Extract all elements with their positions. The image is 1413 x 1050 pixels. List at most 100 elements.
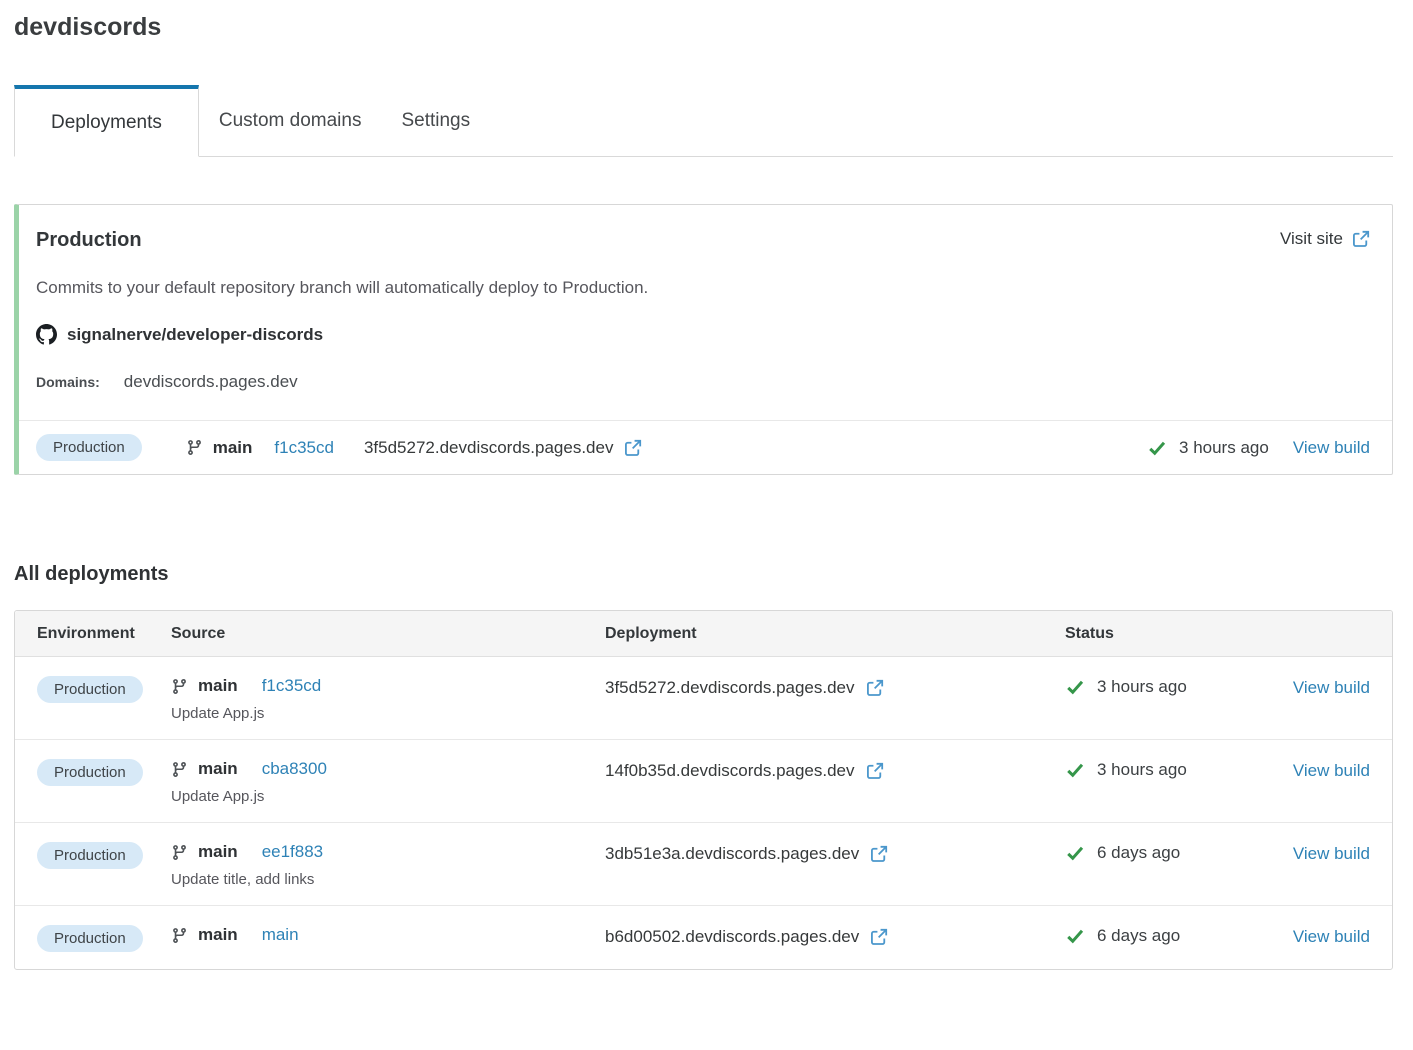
table-row: Production main ee1f883 Update title, ad…	[15, 822, 1392, 905]
commit-message: Update App.js	[171, 788, 605, 805]
repository-row: signalnerve/developer-discords	[36, 324, 1370, 345]
deployment-info: Production main f1c35cd 3f5d5272.devdisc…	[36, 434, 642, 461]
view-build-link[interactable]: View build	[1293, 761, 1370, 780]
production-card-header: Production Visit site	[36, 229, 1370, 252]
git-branch-icon	[171, 927, 188, 944]
commit-message: Update App.js	[171, 705, 605, 722]
commit-link[interactable]: f1c35cd	[262, 676, 322, 696]
source-cell: main cba8300 Update App.js	[171, 759, 605, 805]
status-cell: 3 hours ago	[1065, 759, 1284, 780]
branch-name: main	[213, 438, 253, 458]
status-time: 3 hours ago	[1179, 438, 1269, 458]
tab-bar: Deployments Custom domains Settings	[14, 85, 1393, 157]
commit-link[interactable]: f1c35cd	[274, 438, 334, 458]
environment-badge: Production	[36, 434, 142, 461]
deployment-url: 3f5d5272.devdiscords.pages.dev	[605, 678, 855, 698]
commit-link[interactable]: cba8300	[262, 759, 327, 779]
table-row: Production main cba8300 Update App.js 14…	[15, 739, 1392, 822]
commit-link[interactable]: ee1f883	[262, 842, 323, 862]
environment-badge: Production	[37, 925, 143, 952]
commit-link[interactable]: main	[262, 925, 299, 945]
source-cell: main f1c35cd Update App.js	[171, 676, 605, 722]
production-card-body: Production Visit site Commits to your de…	[19, 205, 1392, 420]
branch-name: main	[198, 759, 238, 779]
deployment-cell: 14f0b35d.devdiscords.pages.dev	[605, 759, 1065, 781]
deployment-url: b6d00502.devdiscords.pages.dev	[605, 927, 859, 947]
deployment-cell: 3db51e3a.devdiscords.pages.dev	[605, 842, 1065, 864]
table-row: Production main main b6d00502.devdiscord…	[15, 905, 1392, 969]
actions-cell: View build	[1284, 842, 1370, 864]
branch-group: main	[186, 438, 253, 458]
tab-label: Settings	[401, 110, 470, 132]
status-time: 3 hours ago	[1097, 677, 1187, 697]
all-deployments-title: All deployments	[14, 563, 1393, 586]
page-title: devdiscords	[14, 13, 1393, 42]
environment-cell: Production	[37, 676, 171, 703]
commit-message: Update title, add links	[171, 871, 605, 888]
page-container: devdiscords Deployments Custom domains S…	[14, 13, 1393, 970]
source-cell: main main	[171, 925, 605, 945]
environment-cell: Production	[37, 759, 171, 786]
git-branch-icon	[171, 678, 188, 695]
column-header-deployment: Deployment	[605, 625, 1065, 643]
status-cell: 6 days ago	[1065, 925, 1284, 946]
deployment-url: 14f0b35d.devdiscords.pages.dev	[605, 761, 855, 781]
domains-value: devdiscords.pages.dev	[124, 372, 298, 392]
deployment-status: 3 hours ago View build	[1147, 438, 1370, 458]
actions-cell: View build	[1284, 676, 1370, 698]
tab-label: Custom domains	[219, 110, 362, 132]
branch-name: main	[198, 925, 238, 945]
production-deployment-row: Production main f1c35cd 3f5d5272.devdisc…	[19, 420, 1392, 474]
table-row: Production main f1c35cd Update App.js 3f…	[15, 657, 1392, 739]
source-cell: main ee1f883 Update title, add links	[171, 842, 605, 888]
visit-site-link[interactable]: Visit site	[1280, 229, 1370, 249]
tab-label: Deployments	[51, 112, 162, 134]
status-time: 3 hours ago	[1097, 760, 1187, 780]
column-header-status: Status	[1065, 625, 1284, 643]
tab-custom-domains[interactable]: Custom domains	[199, 85, 382, 156]
check-icon	[1065, 926, 1085, 946]
table-header-row: Environment Source Deployment Status	[15, 611, 1392, 657]
environment-cell: Production	[37, 842, 171, 869]
deployment-url: 3db51e3a.devdiscords.pages.dev	[605, 844, 859, 864]
production-card-title: Production	[36, 229, 142, 252]
tab-deployments[interactable]: Deployments	[14, 85, 199, 157]
check-icon	[1065, 677, 1085, 697]
git-branch-icon	[171, 844, 188, 861]
branch-name: main	[198, 842, 238, 862]
environment-badge: Production	[37, 676, 143, 703]
production-description: Commits to your default repository branc…	[36, 278, 1370, 298]
external-link-icon[interactable]	[866, 679, 884, 697]
column-header-source: Source	[171, 625, 605, 643]
git-branch-icon	[186, 439, 203, 456]
external-link-icon[interactable]	[866, 762, 884, 780]
repository-name: signalnerve/developer-discords	[67, 325, 323, 345]
status-time: 6 days ago	[1097, 843, 1180, 863]
deployment-url-group: 3f5d5272.devdiscords.pages.dev	[364, 438, 643, 458]
check-icon	[1065, 760, 1085, 780]
domains-label: Domains:	[36, 374, 100, 390]
status-time: 6 days ago	[1097, 926, 1180, 946]
source-line: main ee1f883	[171, 842, 605, 862]
view-build-link[interactable]: View build	[1293, 438, 1370, 458]
environment-badge: Production	[37, 759, 143, 786]
source-line: main cba8300	[171, 759, 605, 779]
source-line: main main	[171, 925, 605, 945]
production-card: Production Visit site Commits to your de…	[14, 204, 1393, 475]
column-header-environment: Environment	[37, 625, 171, 643]
visit-site-label: Visit site	[1280, 229, 1343, 249]
view-build-link[interactable]: View build	[1293, 927, 1370, 946]
external-link-icon[interactable]	[870, 845, 888, 863]
status-cell: 6 days ago	[1065, 842, 1284, 863]
deployment-cell: 3f5d5272.devdiscords.pages.dev	[605, 676, 1065, 698]
external-link-icon[interactable]	[870, 928, 888, 946]
external-link-icon	[1352, 230, 1370, 248]
external-link-icon[interactable]	[624, 439, 642, 457]
status-cell: 3 hours ago	[1065, 676, 1284, 697]
view-build-link[interactable]: View build	[1293, 678, 1370, 697]
tab-settings[interactable]: Settings	[381, 85, 490, 156]
domains-row: Domains: devdiscords.pages.dev	[36, 372, 1370, 392]
source-line: main f1c35cd	[171, 676, 605, 696]
git-branch-icon	[171, 761, 188, 778]
view-build-link[interactable]: View build	[1293, 844, 1370, 863]
